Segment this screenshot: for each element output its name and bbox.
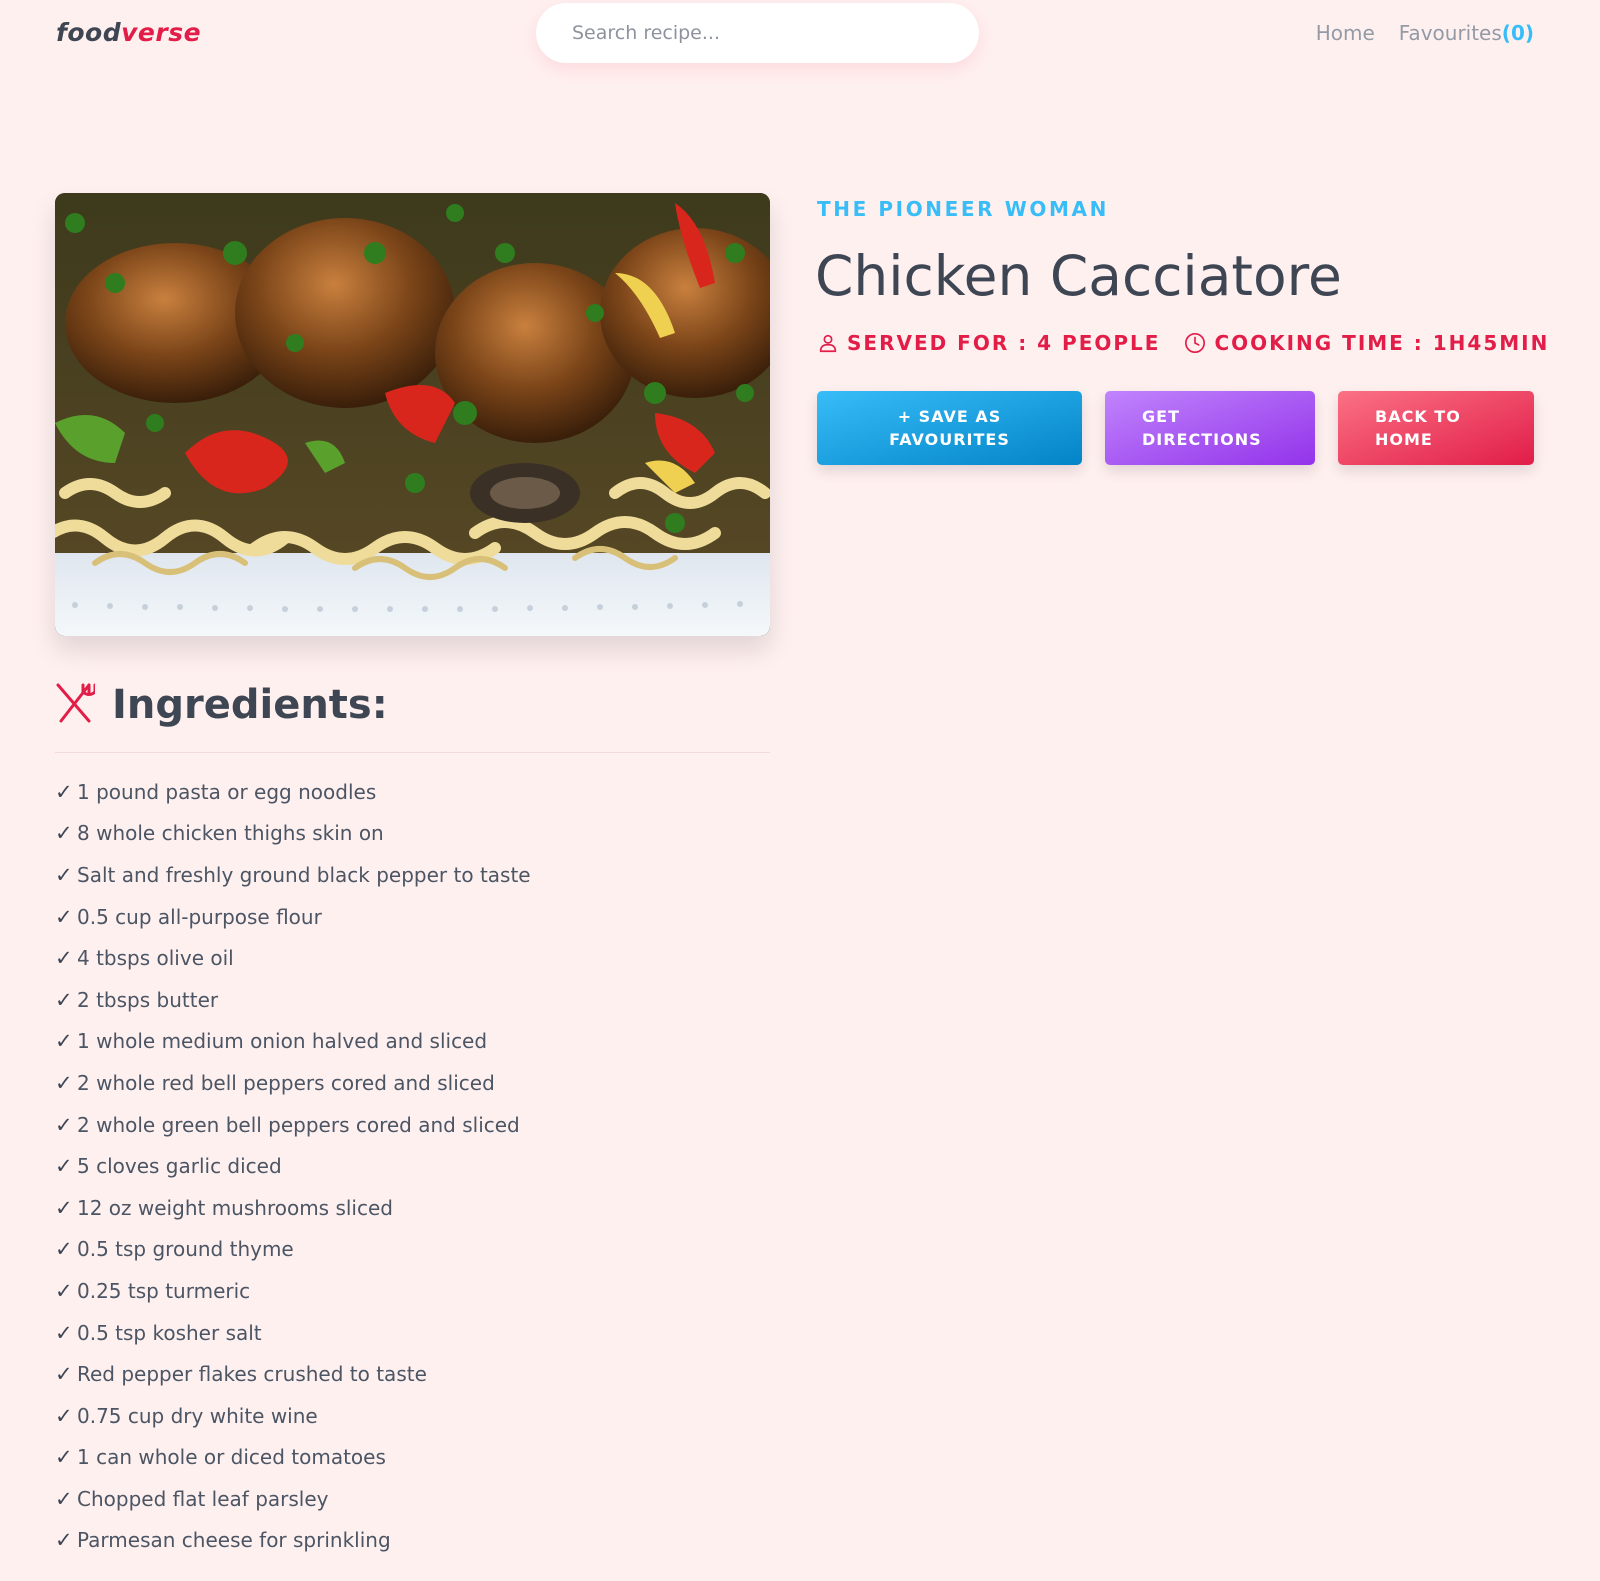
fork-knife-icon — [55, 682, 97, 728]
recipe-meta: SERVED FOR : 4 PEOPLE COOKING TIME : 1H4… — [817, 329, 1549, 357]
logo-verse: verse — [121, 18, 202, 47]
check-icon: ✓ — [55, 1320, 73, 1345]
check-icon: ✓ — [55, 987, 73, 1012]
ingredient-item: ✓ Red pepper flakes crushed to taste — [55, 1353, 531, 1395]
ingredient-text: 2 whole red bell peppers cored and slice… — [77, 1070, 495, 1095]
ingredients-title: Ingredients: — [112, 682, 388, 728]
favourites-count: (0) — [1501, 21, 1534, 45]
check-icon: ✓ — [55, 1278, 73, 1303]
check-icon: ✓ — [55, 862, 73, 887]
cooking-time-text: COOKING TIME : 1H45MIN — [1214, 331, 1550, 355]
ingredient-text: Salt and freshly ground black pepper to … — [77, 862, 531, 887]
check-icon: ✓ — [55, 1029, 73, 1054]
served-for-text: SERVED FOR : 4 PEOPLE — [847, 331, 1161, 355]
check-icon: ✓ — [55, 1403, 73, 1428]
ingredient-text: 8 whole chicken thighs skin on — [77, 821, 384, 846]
check-icon: ✓ — [55, 1070, 73, 1095]
served-for: SERVED FOR : 4 PEOPLE — [817, 329, 1160, 357]
ingredient-item: ✓ Parmesan cheese for sprinkling — [55, 1520, 531, 1562]
ingredient-item: ✓ 0.5 tsp kosher salt — [55, 1312, 531, 1354]
ingredient-text: Parmesan cheese for sprinkling — [77, 1528, 391, 1553]
recipe-image — [55, 193, 770, 636]
check-icon: ✓ — [55, 1528, 73, 1553]
clock-icon — [1184, 332, 1206, 354]
search-input[interactable] — [536, 3, 979, 63]
ingredient-text: 0.75 cup dry white wine — [77, 1403, 318, 1428]
ingredient-item: ✓ 0.75 cup dry white wine — [55, 1395, 531, 1437]
check-icon: ✓ — [55, 821, 73, 846]
nav-home-link[interactable]: Home — [1316, 18, 1375, 48]
ingredient-text: 1 pound pasta or egg noodles — [77, 779, 377, 804]
check-icon: ✓ — [55, 1154, 73, 1179]
ingredient-text: 0.25 tsp turmeric — [77, 1278, 251, 1303]
ingredient-item: ✓ 1 pound pasta or egg noodles — [55, 771, 531, 813]
ingredient-text: 2 whole green bell peppers cored and sli… — [77, 1112, 520, 1137]
check-icon: ✓ — [55, 1112, 73, 1137]
nav-favourites-label: Favourites — [1398, 21, 1502, 45]
cooking-time: COOKING TIME : 1H45MIN — [1184, 329, 1549, 357]
ingredient-text: 4 tbsps olive oil — [77, 946, 234, 971]
ingredient-item: ✓ 0.5 tsp ground thyme — [55, 1229, 531, 1271]
ingredient-text: 0.5 tsp ground thyme — [77, 1237, 294, 1262]
save-favourites-button[interactable]: + SAVE AS FAVOURITES — [817, 391, 1082, 465]
ingredients-divider — [55, 752, 770, 753]
check-icon: ✓ — [55, 1486, 73, 1511]
check-icon: ✓ — [55, 1445, 73, 1470]
check-icon: ✓ — [55, 1237, 73, 1262]
ingredient-item: ✓ 2 whole red bell peppers cored and slic… — [55, 1062, 531, 1104]
ingredient-item: ✓ Chopped flat leaf parsley — [55, 1478, 531, 1520]
user-icon — [817, 332, 839, 354]
ingredients-list: ✓ 1 pound pasta or egg noodles ✓ 8 whole ch… — [55, 771, 531, 1561]
ingredient-text: Red pepper flakes crushed to taste — [77, 1362, 427, 1387]
site-header: foodverse Home Favourites(0) — [0, 0, 1600, 66]
logo[interactable]: foodverse — [56, 16, 201, 50]
back-to-home-button[interactable]: BACK TO HOME — [1338, 391, 1534, 465]
ingredient-text: 12 oz weight mushrooms sliced — [77, 1195, 393, 1220]
ingredient-item: ✓ 1 whole medium onion halved and sliced — [55, 1021, 531, 1063]
ingredients-heading: Ingredients: — [55, 679, 388, 731]
check-icon: ✓ — [55, 1362, 73, 1387]
recipe-photo-illustration — [55, 193, 770, 636]
ingredient-item: ✓ 8 whole chicken thighs skin on — [55, 813, 531, 855]
recipe-title: Chicken Cacciatore — [815, 244, 1342, 308]
ingredient-text: 1 can whole or diced tomatoes — [77, 1445, 386, 1470]
ingredient-item: ✓ 0.25 tsp turmeric — [55, 1270, 531, 1312]
ingredient-item: ✓ 4 tbsps olive oil — [55, 937, 531, 979]
ingredient-item: ✓ 12 oz weight mushrooms sliced — [55, 1187, 531, 1229]
ingredient-item: ✓ Salt and freshly ground black pepper to… — [55, 854, 531, 896]
ingredient-text: 2 tbsps butter — [77, 987, 219, 1012]
check-icon: ✓ — [55, 946, 73, 971]
ingredient-text: 0.5 tsp kosher salt — [77, 1320, 262, 1345]
logo-food: food — [56, 18, 122, 47]
main-nav: Home Favourites(0) — [1316, 18, 1534, 48]
get-directions-button[interactable]: GET DIRECTIONS — [1105, 391, 1315, 465]
recipe-actions: + SAVE AS FAVOURITES GET DIRECTIONS BACK… — [817, 391, 1534, 465]
recipe-publisher: THE PIONEER WOMAN — [817, 197, 1109, 221]
ingredient-item: ✓ 2 tbsps butter — [55, 979, 531, 1021]
check-icon: ✓ — [55, 1195, 73, 1220]
ingredient-item: ✓ 2 whole green bell peppers cored and sl… — [55, 1104, 531, 1146]
ingredient-text: 1 whole medium onion halved and sliced — [77, 1029, 488, 1054]
ingredient-text: 0.5 cup all-purpose flour — [77, 904, 322, 929]
ingredient-item: ✓ 0.5 cup all-purpose flour — [55, 896, 531, 938]
ingredient-text: 5 cloves garlic diced — [77, 1154, 282, 1179]
ingredient-text: Chopped flat leaf parsley — [77, 1486, 329, 1511]
nav-favourites-link[interactable]: Favourites(0) — [1399, 18, 1534, 48]
check-icon: ✓ — [55, 904, 73, 929]
ingredient-item: ✓ 5 cloves garlic diced — [55, 1145, 531, 1187]
ingredient-item: ✓ 1 can whole or diced tomatoes — [55, 1437, 531, 1479]
check-icon: ✓ — [55, 779, 73, 804]
